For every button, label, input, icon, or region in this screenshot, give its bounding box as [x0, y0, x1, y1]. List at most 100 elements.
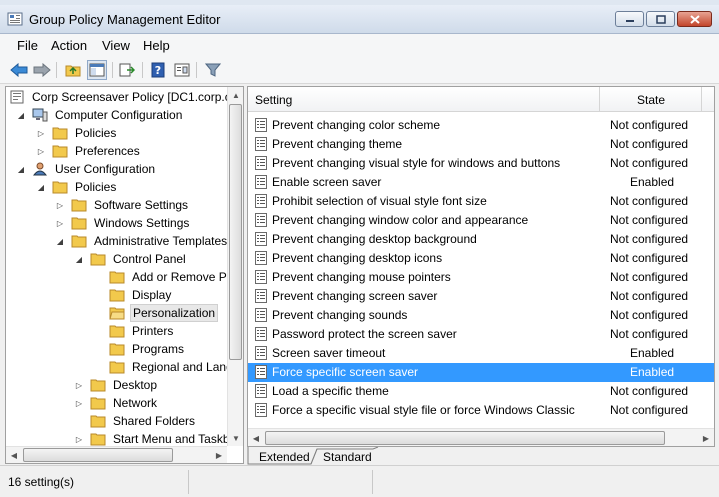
policy-setting-icon [255, 232, 267, 246]
expand-icon[interactable]: ▷ [74, 398, 84, 408]
tree-item-printers[interactable]: Printers [109, 322, 175, 340]
setting-row[interactable]: Screen saver timeout Enabled [248, 344, 714, 363]
tree-item-software-settings[interactable]: ▷ Software Settings [55, 196, 190, 214]
folder-icon [109, 361, 125, 374]
collapse-icon[interactable]: ◢ [74, 254, 84, 264]
setting-name: Prevent changing desktop icons [272, 251, 443, 265]
folder-icon [71, 217, 87, 230]
forward-button[interactable] [32, 60, 52, 80]
setting-name: Prevent changing visual style for window… [272, 156, 561, 170]
tree-label: Network [113, 396, 158, 410]
collapse-icon[interactable]: ◢ [16, 110, 26, 120]
column-divider[interactable] [701, 87, 702, 111]
scroll-right-icon[interactable]: ▶ [698, 430, 714, 446]
tree-item-add-remove-programs[interactable]: Add or Remove Pr [109, 268, 233, 286]
up-one-level-button[interactable] [63, 60, 83, 80]
back-button[interactable] [9, 60, 29, 80]
scroll-right-icon[interactable]: ▶ [211, 447, 227, 463]
column-header-setting[interactable]: Setting [255, 93, 292, 107]
column-divider[interactable] [599, 87, 600, 111]
column-header-state[interactable]: State [637, 93, 665, 107]
menu-view[interactable]: View [102, 38, 130, 53]
scroll-thumb[interactable] [229, 104, 242, 360]
scroll-left-icon[interactable]: ◀ [6, 447, 22, 463]
expand-icon[interactable]: ▷ [55, 218, 65, 228]
setting-row[interactable]: Prevent changing color scheme Not configu… [248, 116, 714, 135]
tree-item-administrative-templates[interactable]: ◢ Administrative Templates [55, 232, 229, 250]
maximize-button[interactable] [646, 11, 675, 27]
show-hide-console-tree-button[interactable] [87, 60, 107, 80]
title-bar[interactable]: Group Policy Management Editor [0, 5, 719, 34]
setting-name: Prevent changing mouse pointers [272, 270, 451, 284]
properties-button[interactable] [172, 60, 192, 80]
menu-file[interactable]: File [17, 38, 38, 53]
minimize-icon [625, 20, 634, 22]
expand-icon[interactable]: ▷ [36, 128, 46, 138]
tab-standard[interactable]: Standard [323, 448, 372, 465]
setting-row[interactable]: Prohibit selection of visual style font … [248, 192, 714, 211]
tree-item-windows-settings[interactable]: ▷ Windows Settings [55, 214, 191, 232]
setting-state: Not configured [610, 403, 689, 417]
expand-icon[interactable]: ▷ [74, 380, 84, 390]
export-list-button[interactable] [117, 60, 137, 80]
folder-icon [109, 325, 125, 338]
setting-row[interactable]: Prevent changing desktop background Not c… [248, 230, 714, 249]
collapse-icon[interactable]: ◢ [36, 182, 46, 192]
setting-row[interactable]: Prevent changing theme Not configured [248, 135, 714, 154]
scroll-thumb[interactable] [23, 448, 173, 462]
tree-item-cc-preferences[interactable]: ▷ Preferences [36, 142, 142, 160]
tree-item-network[interactable]: ▷ Network [74, 394, 159, 412]
expand-icon[interactable]: ▷ [55, 200, 65, 210]
menu-action[interactable]: Action [51, 38, 87, 53]
setting-row[interactable]: Prevent changing sounds Not configured [248, 306, 714, 325]
expand-icon[interactable]: ▷ [36, 146, 46, 156]
menu-help[interactable]: Help [143, 38, 170, 53]
collapse-icon[interactable]: ◢ [55, 236, 65, 246]
setting-row[interactable]: Prevent changing desktop icons Not config… [248, 249, 714, 268]
setting-row[interactable]: Prevent changing screen saver Not configu… [248, 287, 714, 306]
status-bar: 16 setting(s) [0, 465, 719, 497]
scroll-up-icon[interactable]: ▲ [228, 87, 243, 103]
scroll-down-icon[interactable]: ▼ [228, 430, 243, 446]
help-button[interactable]: ? [148, 60, 168, 80]
settings-horizontal-scrollbar[interactable]: ◀ ▶ [248, 428, 714, 446]
setting-row[interactable]: Load a specific theme Not configured [248, 382, 714, 401]
folder-icon [90, 433, 106, 446]
close-button[interactable] [677, 11, 712, 27]
tree-item-display[interactable]: Display [109, 286, 173, 304]
tree-item-programs[interactable]: Programs [109, 340, 186, 358]
tree-item-root[interactable]: Corp Screensaver Policy [DC1.corp.c [9, 88, 233, 106]
filter-button[interactable] [203, 60, 223, 80]
tree-item-uc-policies[interactable]: ◢ Policies [36, 178, 118, 196]
setting-row[interactable]: Force specific screen saver Enabled [248, 363, 714, 382]
tree-item-desktop[interactable]: ▷ Desktop [74, 376, 159, 394]
setting-row[interactable]: Prevent changing window color and appear… [248, 211, 714, 230]
tree-item-control-panel[interactable]: ◢ Control Panel [74, 250, 188, 268]
tree-item-user-configuration[interactable]: ◢ User Configuration [16, 160, 157, 178]
collapse-icon[interactable]: ◢ [16, 164, 26, 174]
tree-horizontal-scrollbar[interactable]: ◀ ▶ [6, 446, 227, 463]
folder-up-icon [65, 65, 81, 77]
setting-row[interactable]: Password protect the screen saver Not con… [248, 325, 714, 344]
tree-item-regional-language[interactable]: Regional and Lang [109, 358, 235, 376]
properties-icon [174, 63, 190, 77]
setting-name: Prevent changing screen saver [272, 289, 438, 303]
setting-state: Enabled [630, 346, 675, 360]
tree-vertical-scrollbar[interactable]: ▲ ▼ [227, 87, 243, 446]
tree-item-shared-folders[interactable]: Shared Folders [90, 412, 197, 430]
setting-row[interactable]: Force a specific visual style file or fo… [248, 401, 714, 420]
folder-icon [52, 145, 68, 158]
setting-row[interactable]: Enable screen saver Enabled [248, 173, 714, 192]
scroll-thumb[interactable] [265, 431, 665, 445]
expand-icon[interactable]: ▷ [74, 434, 84, 444]
policy-setting-icon [255, 308, 267, 322]
tree-item-personalization[interactable]: Personalization [109, 304, 219, 322]
tree-item-cc-policies[interactable]: ▷ Policies [36, 124, 118, 142]
setting-row[interactable]: Prevent changing visual style for window… [248, 154, 714, 173]
minimize-button[interactable] [615, 11, 644, 27]
scroll-left-icon[interactable]: ◀ [248, 430, 264, 446]
tree-item-computer-configuration[interactable]: ◢ Computer Configuration [16, 106, 184, 124]
tree-label: Corp Screensaver Policy [DC1.corp.c [32, 90, 231, 104]
tab-extended[interactable]: Extended [259, 448, 310, 465]
setting-row[interactable]: Prevent changing mouse pointers Not confi… [248, 268, 714, 287]
